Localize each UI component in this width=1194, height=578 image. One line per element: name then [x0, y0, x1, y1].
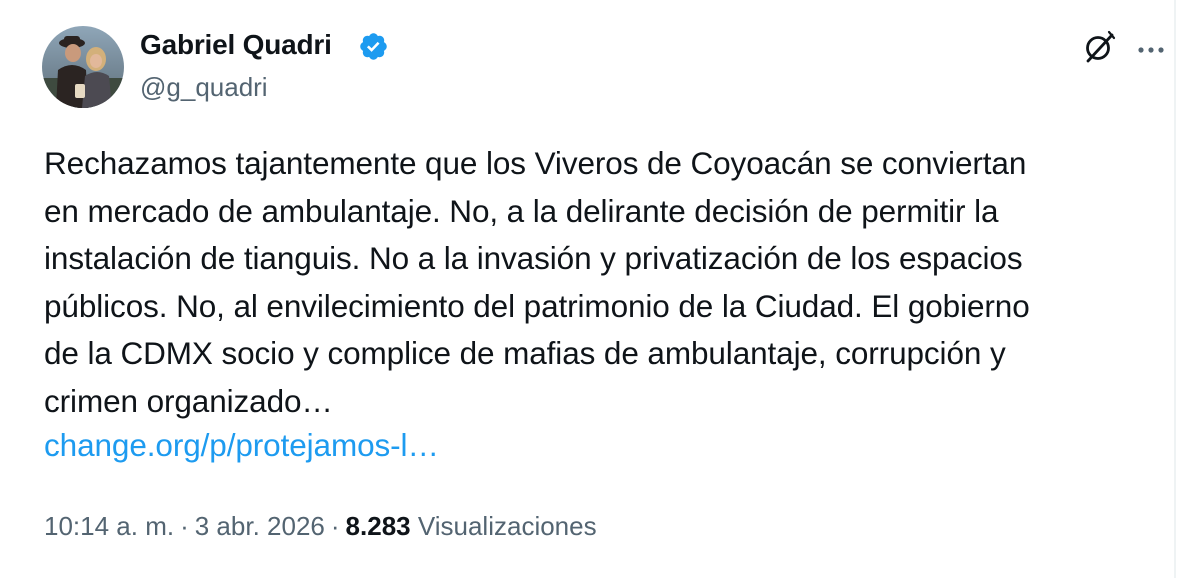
- author-display-name[interactable]: Gabriel Quadri: [140, 27, 332, 63]
- meta-separator: ·: [180, 511, 189, 541]
- verified-badge-icon: [358, 31, 389, 62]
- views-label: Visualizaciones: [417, 511, 597, 541]
- tweet-link[interactable]: change.org/p/protejamos-l…: [44, 425, 439, 465]
- grok-icon[interactable]: [1083, 30, 1117, 64]
- tweet-date[interactable]: 3 abr. 2026: [195, 511, 325, 541]
- more-options-icon[interactable]: [1138, 42, 1164, 53]
- tweet-time[interactable]: 10:14 a. m.: [44, 511, 174, 541]
- meta-separator: ·: [330, 511, 340, 541]
- tweet-text: Rechazamos tajantemente que los Viveros …: [44, 145, 1030, 419]
- tweet-card[interactable]: Gabriel Quadri @g_quadri Rechazamos taja…: [0, 0, 1176, 578]
- author-avatar[interactable]: [42, 26, 124, 108]
- views-count: 8.283: [345, 511, 411, 541]
- author-handle[interactable]: @g_quadri: [140, 70, 268, 104]
- tweet-meta: 10:14 a. m. · 3 abr. 2026 · 8.283 Visualizac…: [44, 509, 597, 543]
